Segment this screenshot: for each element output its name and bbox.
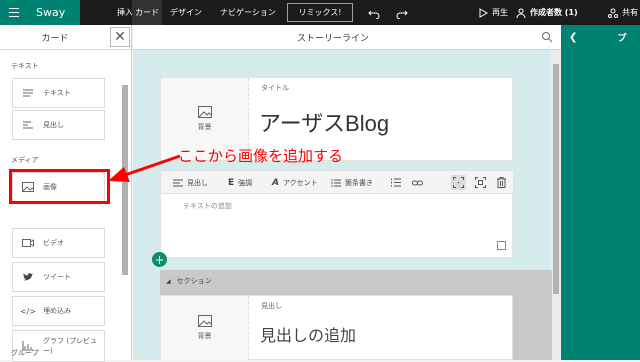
toolbar-bullets-label: 箇条書き (345, 178, 373, 187)
person-icon (516, 8, 526, 18)
section-label-media: メディア (11, 156, 39, 164)
story-title-text[interactable]: アーザスBlog (259, 106, 389, 138)
section-bg-placeholder[interactable]: 背景 (161, 296, 249, 360)
authors-button[interactable]: 作成者数 (1) (516, 0, 578, 25)
crop-icon[interactable] (473, 175, 488, 190)
trash-icon[interactable] (494, 175, 509, 190)
card-video-label: ビデオ (43, 239, 64, 247)
section-group: ◢ セクション 背景 見出し 見出しの追加 (160, 270, 552, 360)
card-text-label: テキスト (43, 89, 71, 97)
toolbar-emphasis-label: 強調 (238, 178, 253, 187)
emphasis-icon: E (228, 177, 235, 188)
title-bg-label: 背景 (197, 123, 212, 131)
remix-button[interactable]: リミックス! (287, 3, 353, 22)
storyline-panel: ストーリーライン 背景 タイトル アーザスBlog 見出し E 強調 A アクセ… (133, 25, 561, 360)
menu-icon[interactable] (0, 0, 28, 25)
top-bar: Sway 挿入 カード デザイン ナビゲーション リミックス! 再生 作成者数 … (0, 0, 640, 25)
section-label: ◢ セクション (166, 276, 212, 286)
preview-header: ❮ プ (561, 25, 640, 50)
play-icon (479, 7, 488, 18)
search-icon[interactable] (541, 31, 553, 43)
title-card-label: タイトル (261, 84, 289, 92)
tab-cards[interactable]: カード (132, 0, 162, 25)
share-icon (608, 8, 618, 18)
app-name: Sway (36, 6, 66, 19)
section-heading-placeholder[interactable]: 見出しの追加 (260, 322, 356, 346)
brand-area: Sway (0, 0, 80, 25)
sidebar-title: カード (41, 34, 69, 44)
preview-title-fragment: プ (617, 34, 627, 44)
twitter-icon (13, 272, 43, 282)
toolbar-emphasis-button[interactable]: E 強調 (228, 171, 252, 194)
toolbar-accent-label: アクセント (282, 178, 318, 187)
storyline-scroll-thumb[interactable] (553, 64, 559, 294)
section-heading-label: 見出し (261, 302, 282, 310)
section-heading-card[interactable]: 背景 見出し 見出しの追加 (160, 295, 513, 360)
embed-code-icon: </> (19, 306, 37, 316)
section-label-group: グループ (11, 349, 39, 357)
add-card-icon[interactable]: + (152, 252, 167, 267)
play-button[interactable]: 再生 (478, 0, 508, 25)
focus-point-icon[interactable] (451, 175, 466, 190)
card-checkbox[interactable] (497, 241, 506, 250)
text-card[interactable]: 見出し E 強調 A アクセント 箇条書き テキストの追加 (160, 170, 513, 258)
chevron-left-icon[interactable]: ❮ (569, 32, 577, 43)
authors-label: 作成者数 (1) (530, 8, 578, 17)
heading-icon (13, 120, 43, 130)
image-card-highlight (9, 169, 110, 204)
storyline-title: ストーリーライン (296, 34, 369, 44)
section-collapse-icon[interactable]: ◢ (166, 278, 171, 285)
storyline-scrollbar[interactable] (551, 50, 561, 360)
bullet-list-icon (331, 178, 341, 187)
share-button[interactable]: 共有 (608, 0, 638, 25)
link-icon[interactable] (412, 171, 423, 194)
play-label: 再生 (492, 8, 508, 17)
toolbar-accent-button[interactable]: A アクセント (272, 171, 318, 194)
section-label-text: セクション (176, 277, 212, 285)
card-video-button[interactable]: ビデオ (12, 228, 105, 258)
share-label: 共有 (622, 8, 638, 17)
undo-icon[interactable] (368, 0, 382, 25)
card-heading-button[interactable]: 見出し (12, 110, 105, 140)
storyline-header: ストーリーライン (133, 25, 561, 50)
format-toolbar: 見出し E 強調 A アクセント 箇条書き (161, 171, 513, 194)
text-placeholder[interactable]: テキストの追加 (183, 201, 232, 211)
sidebar-header: カード ✕ (0, 25, 132, 50)
annotation-arrow (108, 154, 181, 182)
numbered-list-icon[interactable] (391, 171, 401, 194)
card-embed-label: 埋め込み (43, 307, 71, 315)
preview-panel: ❮ プ (561, 25, 640, 360)
card-chart-label: グラフ (プレビュー) (43, 337, 97, 355)
card-tweet-button[interactable]: ツイート (12, 262, 105, 292)
card-tweet-label: ツイート (43, 273, 71, 281)
video-icon (13, 238, 43, 248)
sidebar-scrollbar[interactable] (121, 60, 129, 355)
card-heading-label: 見出し (43, 121, 64, 129)
card-embed-button[interactable]: </> 埋め込み (12, 296, 105, 326)
toolbar-heading-label: 見出し (187, 178, 208, 187)
annotation-text: ここから画像を追加する (178, 147, 344, 165)
redo-icon[interactable] (396, 0, 410, 25)
tab-design[interactable]: デザイン (170, 0, 210, 25)
section-image-placeholder-icon (197, 315, 212, 327)
image-placeholder-icon (197, 106, 212, 118)
toolbar-bullets-button[interactable]: 箇条書き (331, 171, 373, 194)
section-label-text: テキスト (11, 62, 39, 70)
tab-navigation[interactable]: ナビゲーション (220, 0, 280, 25)
section-bg-label: 背景 (197, 332, 212, 340)
text-lines-icon (13, 88, 43, 98)
close-icon[interactable]: ✕ (110, 27, 130, 47)
card-text-button[interactable]: テキスト (12, 78, 105, 108)
accent-icon: A (272, 177, 279, 188)
